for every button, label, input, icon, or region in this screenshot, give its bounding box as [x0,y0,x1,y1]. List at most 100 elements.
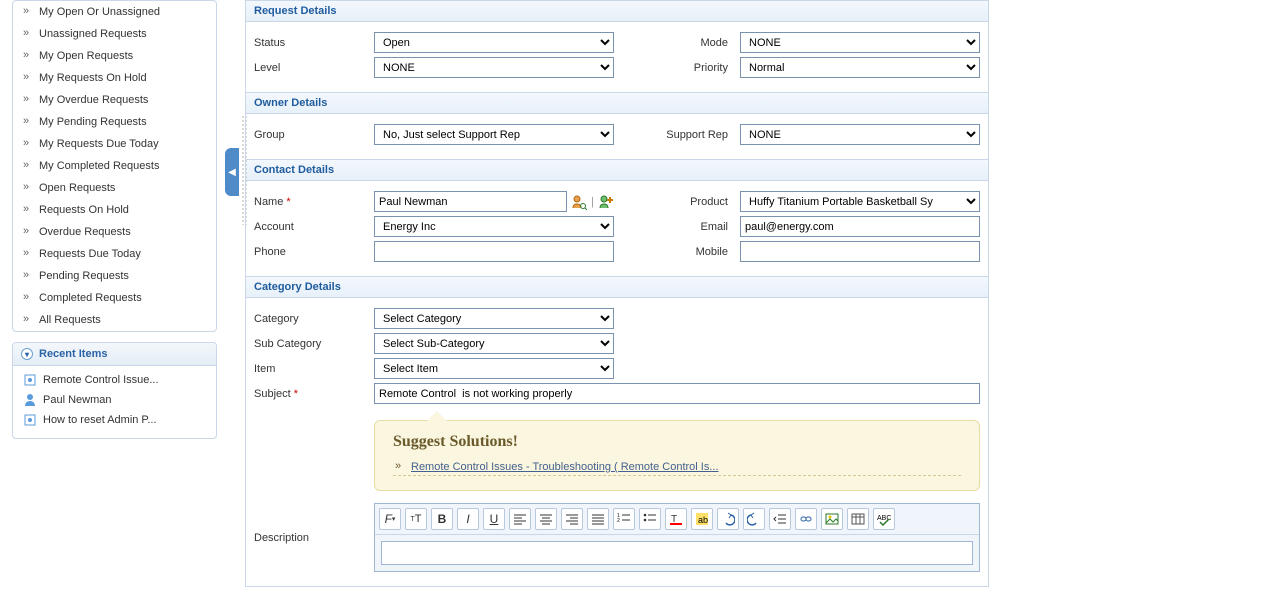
sidebar-view-item[interactable]: Overdue Requests [13,221,216,243]
label-item: Item [254,363,374,375]
request-views-box: My Open Or UnassignedUnassigned Requests… [12,0,217,332]
section-category-details: Category Details [246,276,988,298]
sub-category-select[interactable]: Select Sub-Category [374,333,614,354]
subject-input[interactable] [374,383,980,404]
suggest-link[interactable]: Remote Control Issues - Troubleshooting … [411,461,719,473]
recent-item-label: How to reset Admin P... [43,414,157,426]
description-textarea[interactable] [381,541,973,565]
rte-italic-icon[interactable]: I [457,508,479,530]
label-priority: Priority [620,62,740,74]
recent-item-label: Paul Newman [43,394,111,406]
support-rep-select[interactable]: NONE [740,124,980,145]
label-mode: Mode [620,37,740,49]
request-icon [23,373,37,387]
recent-item-label: Remote Control Issue... [43,374,159,386]
label-support-rep: Support Rep [620,129,740,141]
suggest-title: Suggest Solutions! [393,433,961,451]
recent-item[interactable]: How to reset Admin P... [17,410,212,430]
group-select[interactable]: No, Just select Support Rep [374,124,614,145]
label-status: Status [254,37,374,49]
svg-text:ab: ab [698,515,708,525]
recent-item[interactable]: Remote Control Issue... [17,370,212,390]
label-category: Category [254,313,374,325]
recent-items-title: Recent Items [39,348,107,360]
rte-table-icon[interactable] [847,508,869,530]
sidebar-view-item[interactable]: My Overdue Requests [13,89,216,111]
sidebar-view-item[interactable]: My Requests Due Today [13,133,216,155]
contact-lookup-icon[interactable] [571,194,587,210]
rte-outdent-icon[interactable] [769,508,791,530]
suggest-solutions-panel: Suggest Solutions! Remote Control Issues… [374,420,980,491]
label-account: Account [254,221,374,233]
rte-align-justify-icon[interactable] [587,508,609,530]
mode-select[interactable]: NONE [740,32,980,53]
label-description: Description [254,532,374,544]
rte-align-left-icon[interactable] [509,508,531,530]
rte-bold-icon[interactable]: B [431,508,453,530]
email-input[interactable] [740,216,980,237]
label-level: Level [254,62,374,74]
phone-input[interactable] [374,241,614,262]
rte-ordered-list-icon[interactable]: 12 [613,508,635,530]
resize-grip-icon[interactable] [241,115,247,225]
sidebar-view-item[interactable]: My Pending Requests [13,111,216,133]
rte-link-icon[interactable] [795,508,817,530]
svg-text:ABC: ABC [877,515,891,522]
rte-toolbar: F▾ TT B I U 12 T [375,504,979,535]
mobile-input[interactable] [740,241,980,262]
rte-align-center-icon[interactable] [535,508,557,530]
status-select[interactable]: Open [374,32,614,53]
rte-unordered-list-icon[interactable] [639,508,661,530]
item-select[interactable]: Select Item [374,358,614,379]
sidebar-view-item[interactable]: Pending Requests [13,265,216,287]
rte-font-family-icon[interactable]: F▾ [379,508,401,530]
account-select[interactable]: Energy Inc [374,216,614,237]
rte-redo-icon[interactable] [743,508,765,530]
collapse-sidebar-handle[interactable]: ◀ [225,148,239,196]
priority-select[interactable]: Normal [740,57,980,78]
add-contact-icon[interactable] [598,194,614,210]
suggest-item: Remote Control Issues - Troubleshooting … [393,459,961,476]
rte-undo-icon[interactable] [717,508,739,530]
rte-font-size-icon[interactable]: TT [405,508,427,530]
rte-align-right-icon[interactable] [561,508,583,530]
sidebar-view-item[interactable]: My Completed Requests [13,155,216,177]
label-product: Product [620,196,740,208]
name-input[interactable] [374,191,567,212]
section-contact-details: Contact Details [246,159,988,181]
category-select[interactable]: Select Category [374,308,614,329]
sidebar-view-item[interactable]: My Requests On Hold [13,67,216,89]
sidebar-view-item[interactable]: Requests Due Today [13,243,216,265]
label-mobile: Mobile [620,246,740,258]
sidebar-view-item[interactable]: My Open Requests [13,45,216,67]
section-owner-details: Owner Details [246,92,988,114]
description-editor: F▾ TT B I U 12 T [374,503,980,572]
label-email: Email [620,221,740,233]
request-icon [23,413,37,427]
rte-spellcheck-icon[interactable]: ABC [873,508,895,530]
recent-items-header[interactable]: ▾ Recent Items [13,343,216,366]
level-select[interactable]: NONE [374,57,614,78]
request-form: Request Details Status Open Mode NONE Le… [245,0,989,587]
recent-items-box: ▾ Recent Items Remote Control Issue... Pa… [12,342,217,439]
label-subject: Subject* [254,388,374,400]
sidebar-view-item[interactable]: Completed Requests [13,287,216,309]
sidebar-view-item[interactable]: Requests On Hold [13,199,216,221]
contact-icon [23,393,37,407]
recent-item[interactable]: Paul Newman [17,390,212,410]
label-group: Group [254,129,374,141]
svg-text:2: 2 [617,518,620,524]
rte-image-icon[interactable] [821,508,843,530]
sidebar-view-item[interactable]: All Requests [13,309,216,331]
rte-underline-icon[interactable]: U [483,508,505,530]
product-select[interactable]: Huffy Titanium Portable Basketball Sy [740,191,980,212]
rte-text-color-icon[interactable]: T [665,508,687,530]
label-phone: Phone [254,246,374,258]
section-request-details: Request Details [246,0,988,22]
sidebar-view-item[interactable]: Unassigned Requests [13,23,216,45]
label-sub-category: Sub Category [254,338,374,350]
sidebar-view-item[interactable]: Open Requests [13,177,216,199]
rte-highlight-icon[interactable]: ab [691,508,713,530]
sidebar-view-item[interactable]: My Open Or Unassigned [13,1,216,23]
chevron-down-icon: ▾ [21,348,33,360]
